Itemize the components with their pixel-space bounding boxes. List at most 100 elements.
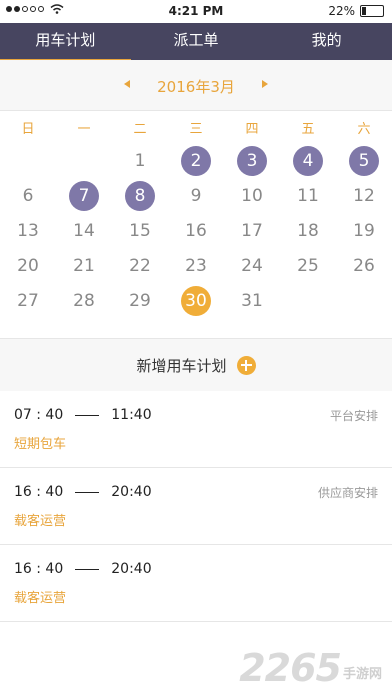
calendar-day[interactable]: 27 bbox=[0, 283, 56, 318]
calendar-week-row: 20 21 22 23 24 25 26 bbox=[0, 248, 392, 283]
weekday-label: 日 bbox=[21, 121, 35, 137]
day-number: 29 bbox=[129, 290, 151, 311]
status-bar: 4:21 PM 22% bbox=[0, 0, 392, 23]
day-number bbox=[13, 146, 43, 176]
calendar-day[interactable]: 24 bbox=[224, 248, 280, 283]
plan-type: 载客运营 bbox=[14, 591, 67, 606]
calendar-day[interactable]: 16 bbox=[168, 213, 224, 248]
calendar-day[interactable]: 10 bbox=[224, 178, 280, 213]
day-number: 18 bbox=[297, 220, 319, 241]
day-number bbox=[293, 286, 323, 316]
weekday-label: 六 bbox=[357, 121, 371, 137]
day-number: 1 bbox=[134, 150, 146, 171]
day-number: 4 bbox=[293, 145, 323, 176]
calendar-day[interactable]: 8 bbox=[112, 178, 168, 213]
calendar-empty-cell bbox=[56, 143, 112, 178]
add-plan-label: 新增用车计划 bbox=[136, 356, 227, 375]
day-number: 14 bbox=[73, 220, 95, 241]
day-number: 27 bbox=[17, 290, 39, 311]
calendar-week-row: 1 2345 bbox=[0, 143, 392, 178]
day-number: 7 bbox=[69, 180, 99, 211]
weekday-label: 二 bbox=[133, 121, 147, 137]
calendar-grid: 日一二三四五六 1 2 3 4 5 6 7 8 9 10 11 12 13 14 15 16 17 18 19 20 2… bbox=[0, 111, 392, 318]
time-range: 16 : 40 20:40 bbox=[14, 484, 152, 500]
day-number: 17 bbox=[241, 220, 263, 241]
day-number bbox=[349, 286, 379, 316]
calendar-day[interactable]: 4 bbox=[280, 143, 336, 178]
calendar-day[interactable]: 2 bbox=[168, 143, 224, 178]
calendar-day[interactable]: 19 bbox=[336, 213, 392, 248]
watermark-number: 2265 bbox=[239, 646, 342, 690]
calendar-week-row: 6 7 8 9 10 11 12 bbox=[0, 178, 392, 213]
arrangement-source: 供应商安排 bbox=[317, 486, 378, 500]
calendar-day[interactable]: 15 bbox=[112, 213, 168, 248]
calendar-day[interactable]: 29 bbox=[112, 283, 168, 318]
calendar-day[interactable]: 14 bbox=[56, 213, 112, 248]
weekday-label: 五 bbox=[301, 121, 315, 137]
day-number: 31 bbox=[241, 290, 263, 311]
day-number: 30 bbox=[181, 285, 211, 316]
end-time: 20:40 bbox=[111, 484, 152, 500]
day-number: 11 bbox=[297, 185, 319, 206]
list-item[interactable]: 07 : 40 11:40 平台安排 短期包车 bbox=[0, 391, 392, 468]
arrangement-source: 平台安排 bbox=[329, 409, 378, 423]
weekday-label: 一 bbox=[77, 121, 91, 137]
calendar-empty-cell bbox=[336, 283, 392, 318]
add-plan-button[interactable]: 新增用车计划 bbox=[0, 338, 392, 392]
day-number: 16 bbox=[185, 220, 207, 241]
calendar-day[interactable]: 28 bbox=[56, 283, 112, 318]
tab-vehicle-plan[interactable]: 用车计划 bbox=[0, 23, 131, 62]
calendar-day[interactable]: 20 bbox=[0, 248, 56, 283]
day-number: 22 bbox=[129, 255, 151, 276]
day-number: 24 bbox=[241, 255, 263, 276]
calendar-day[interactable]: 1 bbox=[112, 143, 168, 178]
calendar-empty-cell bbox=[0, 143, 56, 178]
calendar-day[interactable]: 23 bbox=[168, 248, 224, 283]
dash-divider bbox=[75, 568, 100, 570]
calendar-day[interactable]: 12 bbox=[336, 178, 392, 213]
month-title: 2016年3月 bbox=[157, 78, 235, 96]
day-number: 2 bbox=[181, 145, 211, 176]
time-range: 07 : 40 11:40 bbox=[14, 407, 152, 423]
day-number: 3 bbox=[237, 145, 267, 176]
plan-type: 载客运营 bbox=[14, 514, 67, 529]
day-number: 25 bbox=[297, 255, 319, 276]
calendar-day[interactable]: 11 bbox=[280, 178, 336, 213]
calendar-day[interactable]: 6 bbox=[0, 178, 56, 213]
day-number: 8 bbox=[125, 180, 155, 211]
dash-divider bbox=[75, 491, 100, 493]
calendar-day[interactable]: 31 bbox=[224, 283, 280, 318]
start-time: 16 : 40 bbox=[14, 561, 64, 577]
calendar-day[interactable]: 22 bbox=[112, 248, 168, 283]
day-number: 28 bbox=[73, 290, 95, 311]
calendar-day[interactable]: 7 bbox=[56, 178, 112, 213]
watermark-logo: 2265 手游网 bbox=[239, 646, 382, 690]
plan-list: 07 : 40 11:40 平台安排 短期包车 16 : 40 20:40 供应… bbox=[0, 391, 392, 622]
day-number: 9 bbox=[190, 185, 202, 206]
next-month-button[interactable] bbox=[262, 80, 268, 88]
calendar-day[interactable]: 5 bbox=[336, 143, 392, 178]
calendar-day[interactable]: 9 bbox=[168, 178, 224, 213]
day-number: 12 bbox=[353, 185, 375, 206]
calendar-day[interactable]: 17 bbox=[224, 213, 280, 248]
calendar-day[interactable]: 13 bbox=[0, 213, 56, 248]
watermark-text: 手游网 bbox=[342, 667, 382, 682]
plan-type: 短期包车 bbox=[14, 437, 67, 452]
list-item[interactable]: 16 : 40 20:40 载客运营 bbox=[0, 545, 392, 622]
calendar-day[interactable]: 18 bbox=[280, 213, 336, 248]
day-number: 13 bbox=[17, 220, 39, 241]
calendar-day[interactable]: 25 bbox=[280, 248, 336, 283]
day-number: 21 bbox=[73, 255, 95, 276]
plus-icon bbox=[236, 355, 256, 375]
calendar-day[interactable]: 26 bbox=[336, 248, 392, 283]
calendar-empty-cell bbox=[280, 283, 336, 318]
calendar-day[interactable]: 3 bbox=[224, 143, 280, 178]
calendar-day[interactable]: 30 bbox=[168, 283, 224, 318]
tab-mine[interactable]: 我的 bbox=[261, 23, 392, 60]
day-number bbox=[69, 146, 99, 176]
tab-dispatch-order[interactable]: 派工单 bbox=[131, 23, 262, 60]
calendar-day[interactable]: 21 bbox=[56, 248, 112, 283]
battery-percent: 22% bbox=[328, 4, 355, 18]
time-range: 16 : 40 20:40 bbox=[14, 561, 152, 577]
list-item[interactable]: 16 : 40 20:40 供应商安排 载客运营 bbox=[0, 468, 392, 545]
